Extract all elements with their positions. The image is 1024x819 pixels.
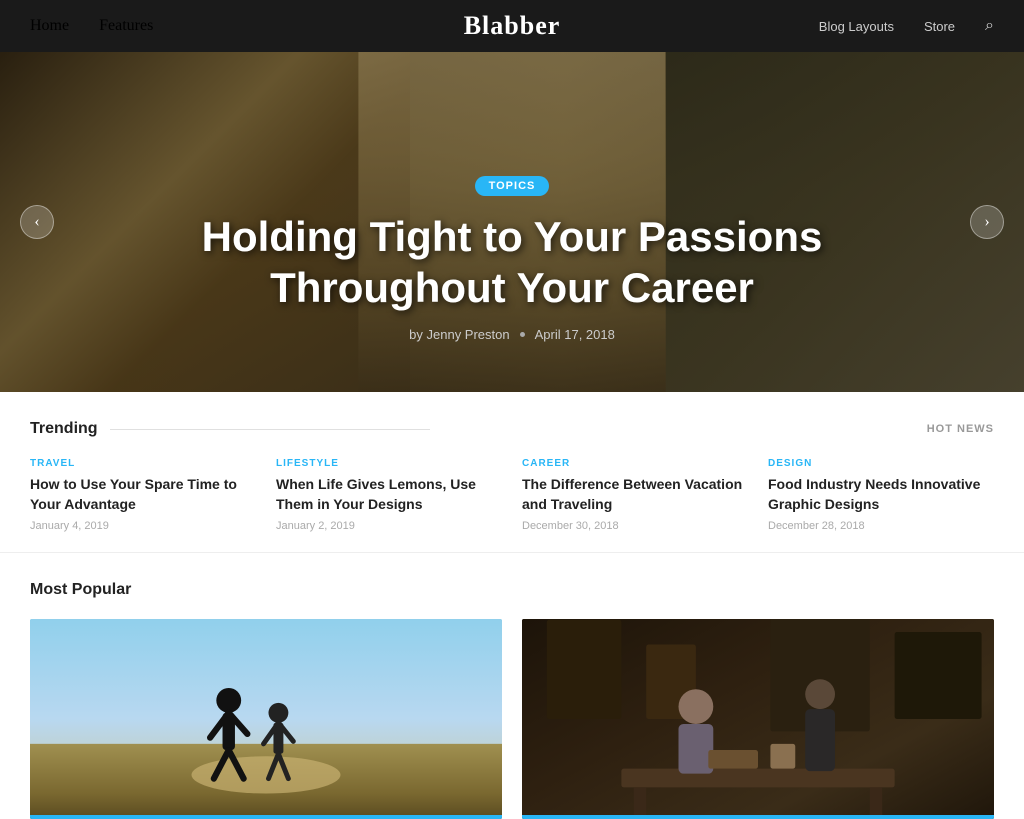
hero-author: by Jenny Preston — [409, 327, 509, 342]
list-item[interactable]: CAREER The Difference Between Vacation a… — [522, 458, 748, 532]
hero-meta-dot — [520, 332, 525, 337]
nav-home[interactable]: Home — [30, 17, 69, 35]
runners-svg — [30, 619, 502, 819]
list-item[interactable]: DESIGN Food Industry Needs Innovative Gr… — [768, 458, 994, 532]
list-item[interactable]: TRAVEL How to Use Your Spare Time to You… — [30, 458, 256, 532]
nav-features[interactable]: Features — [99, 17, 153, 35]
trending-title-3: Food Industry Needs Innovative Graphic D… — [768, 475, 994, 514]
hero-date: April 17, 2018 — [535, 327, 615, 342]
hero-prev-button[interactable]: ‹ — [20, 205, 54, 239]
trending-date-0: January 4, 2019 — [30, 520, 256, 532]
nav-left-links: Home Features — [30, 17, 153, 35]
trending-tag-3: DESIGN — [768, 458, 994, 469]
trending-title-1: When Life Gives Lemons, Use Them in Your… — [276, 475, 502, 514]
card-accent-bar-2 — [522, 815, 994, 819]
popular-card-workers[interactable] — [522, 619, 994, 819]
trending-tag-0: TRAVEL — [30, 458, 256, 469]
nav-store[interactable]: Store — [924, 19, 955, 34]
trending-title-0: How to Use Your Spare Time to Your Advan… — [30, 475, 256, 514]
hero-section: ‹ TOPICS Holding Tight to Your Passions … — [0, 52, 1024, 392]
trending-title-2: The Difference Between Vacation and Trav… — [522, 475, 748, 514]
nav-blog-layouts[interactable]: Blog Layouts — [819, 19, 894, 34]
hero-title: Holding Tight to Your Passions Throughou… — [0, 212, 1024, 313]
popular-card-runners[interactable] — [30, 619, 502, 819]
trending-date-3: December 28, 2018 — [768, 520, 994, 532]
workers-image — [522, 619, 994, 819]
popular-grid — [30, 619, 994, 819]
navbar: Home Features Blabber Blog Layouts Store… — [0, 0, 1024, 52]
trending-title: Trending — [30, 420, 430, 438]
trending-header: Trending HOT NEWS — [30, 420, 994, 438]
trending-tag-1: LIFESTYLE — [276, 458, 502, 469]
hero-badge: TOPICS — [475, 176, 550, 196]
most-popular-title: Most Popular — [30, 581, 994, 599]
trending-date-1: January 2, 2019 — [276, 520, 502, 532]
hot-news-label: HOT NEWS — [927, 423, 994, 435]
hero-meta: by Jenny Preston April 17, 2018 — [0, 327, 1024, 342]
workers-svg — [522, 619, 994, 819]
trending-tag-2: CAREER — [522, 458, 748, 469]
card-accent-bar — [30, 815, 502, 819]
list-item[interactable]: LIFESTYLE When Life Gives Lemons, Use Th… — [276, 458, 502, 532]
nav-right-links: Blog Layouts Store ⌕ — [153, 17, 994, 35]
search-icon[interactable]: ⌕ — [985, 17, 994, 35]
trending-date-2: December 30, 2018 — [522, 520, 748, 532]
hero-content: TOPICS Holding Tight to Your Passions Th… — [0, 176, 1024, 392]
trending-grid: TRAVEL How to Use Your Spare Time to You… — [30, 458, 994, 532]
most-popular-section: Most Popular — [0, 553, 1024, 819]
runners-image — [30, 619, 502, 819]
hero-next-button[interactable]: › — [970, 205, 1004, 239]
trending-section: Trending HOT NEWS TRAVEL How to Use Your… — [0, 392, 1024, 553]
